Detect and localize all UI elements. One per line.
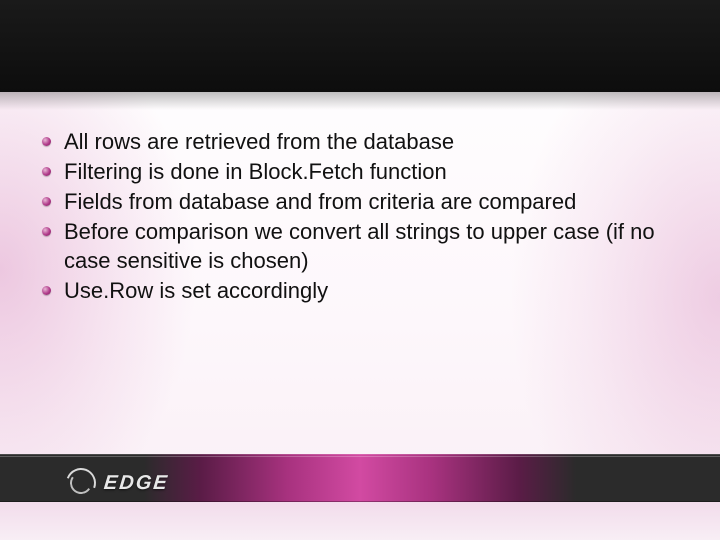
brand-name: EDGE xyxy=(103,472,170,495)
list-item-text: Use.Row is set accordingly xyxy=(64,278,328,303)
title-band xyxy=(0,0,720,92)
content-area: All rows are retrieved from the database… xyxy=(40,128,660,307)
list-item-text: All rows are retrieved from the database xyxy=(64,129,454,154)
list-item: Fields from database and from criteria a… xyxy=(40,188,660,216)
bullet-icon xyxy=(42,227,51,236)
list-item: All rows are retrieved from the database xyxy=(40,128,660,156)
list-item-text: Filtering is done in Block.Fetch functio… xyxy=(64,159,447,184)
bullet-icon xyxy=(42,137,51,146)
bullet-icon xyxy=(42,286,51,295)
bullet-icon xyxy=(42,167,51,176)
bullet-icon xyxy=(42,197,51,206)
brand-logo: EDGE xyxy=(64,466,169,500)
bullet-list: All rows are retrieved from the database… xyxy=(40,128,660,305)
list-item: Before comparison we convert all strings… xyxy=(40,218,660,274)
list-item-text: Fields from database and from criteria a… xyxy=(64,189,576,214)
list-item: Use.Row is set accordingly xyxy=(40,277,660,305)
logo-swoosh-icon xyxy=(64,466,98,500)
list-item: Filtering is done in Block.Fetch functio… xyxy=(40,158,660,186)
footer-below-area xyxy=(0,502,720,540)
title-band-shadow xyxy=(0,92,720,110)
list-item-text: Before comparison we convert all strings… xyxy=(64,219,655,272)
